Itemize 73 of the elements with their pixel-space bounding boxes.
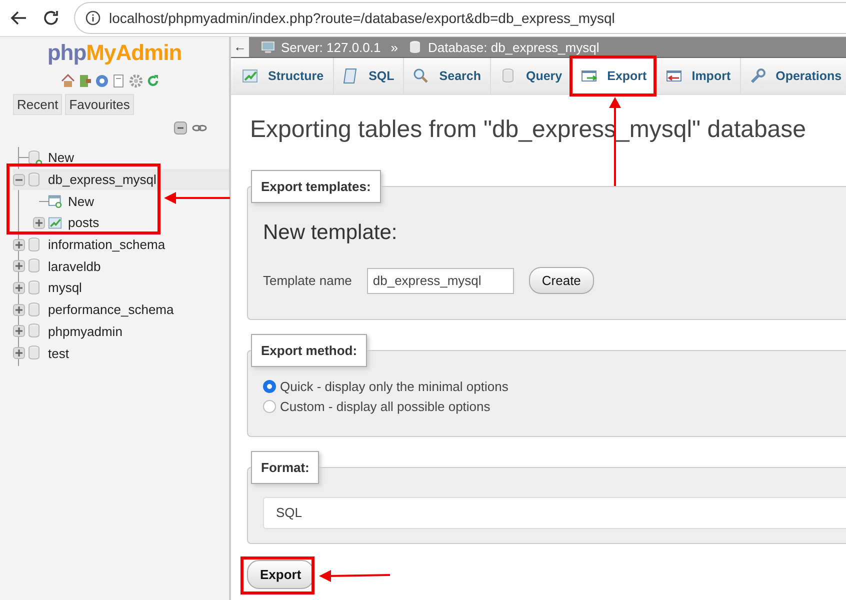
- format-dropdown[interactable]: SQL: [263, 497, 846, 529]
- expand-icon[interactable]: [13, 260, 25, 272]
- tab[interactable]: Query: [490, 58, 572, 94]
- tab[interactable]: Search: [404, 58, 491, 94]
- expand-icon[interactable]: [33, 216, 45, 229]
- database-link[interactable]: Database: db_express_mysql: [428, 40, 600, 54]
- template-name-field[interactable]: db_express_mysql: [366, 268, 514, 294]
- tab[interactable]: SQL: [334, 58, 404, 94]
- document-icon[interactable]: [112, 74, 126, 88]
- back-icon[interactable]: [10, 9, 28, 27]
- annotation-arrow: [164, 192, 230, 204]
- home-icon[interactable]: [61, 74, 75, 88]
- database-icon: [28, 280, 42, 296]
- logo[interactable]: phpMyAdmin: [0, 40, 229, 66]
- annotation-arrow: [319, 570, 390, 582]
- sidebar-tab[interactable]: Recent: [13, 94, 62, 115]
- server-link[interactable]: Server: 127.0.0.1: [281, 40, 381, 54]
- sidebar-tab[interactable]: Favourites: [65, 94, 134, 115]
- radio-label[interactable]: Quick - display only the minimal options: [280, 378, 508, 394]
- tree-item[interactable]: laraveldb: [48, 258, 101, 274]
- expand-icon[interactable]: [13, 304, 25, 316]
- settings-icon[interactable]: [129, 74, 143, 88]
- export-button[interactable]: Export: [247, 560, 314, 589]
- tree-item[interactable]: New: [68, 194, 94, 209]
- field-label: Template name: [263, 273, 352, 288]
- database-icon: [28, 302, 42, 318]
- address-bar[interactable]: localhost/phpmyadmin/index.php?route=/database/export&db=db_express_mysql: [74, 2, 846, 34]
- new-database-icon: [28, 150, 42, 166]
- expand-icon[interactable]: [13, 325, 25, 338]
- database-icon: [500, 68, 516, 84]
- expand-icon[interactable]: [13, 238, 25, 251]
- tree-item[interactable]: phpmyadmin: [48, 324, 122, 339]
- info-icon[interactable]: [85, 10, 101, 26]
- tab[interactable]: Operations: [740, 58, 846, 94]
- database-icon: [28, 236, 42, 253]
- search-icon: [413, 68, 430, 84]
- section-title: New template:: [263, 221, 398, 245]
- database-icon: [28, 258, 42, 274]
- collapse-icon[interactable]: [173, 121, 188, 135]
- radio-button[interactable]: [263, 400, 276, 412]
- collapse-icon[interactable]: [13, 174, 25, 186]
- tree-item[interactable]: posts: [68, 215, 100, 230]
- server-icon: [261, 40, 275, 54]
- reload-icon[interactable]: [42, 9, 60, 27]
- database-icon: [28, 323, 42, 340]
- database-icon: [408, 40, 422, 54]
- wrench-icon: [750, 68, 766, 84]
- section-legend: Format:: [251, 451, 320, 484]
- section-legend: Export method:: [251, 334, 368, 367]
- page-icon: [342, 68, 359, 84]
- table-icon: [48, 214, 62, 231]
- create-button[interactable]: Create: [528, 267, 594, 294]
- url-text: localhost/phpmyadmin/index.php?route=/database/export&db=db_express_mysql: [109, 10, 615, 26]
- tree-item[interactable]: test: [48, 346, 69, 361]
- expand-icon[interactable]: [13, 282, 25, 294]
- section-legend: Export templates:: [251, 170, 381, 203]
- database-icon: [28, 345, 42, 362]
- tree-item[interactable]: New: [48, 150, 74, 166]
- tab[interactable]: Import: [656, 58, 741, 94]
- tab[interactable]: Structure: [233, 58, 334, 94]
- chart-icon: [242, 68, 258, 84]
- help-icon[interactable]: [95, 74, 109, 88]
- exit-icon[interactable]: [78, 74, 92, 88]
- radio-button[interactable]: [263, 380, 276, 392]
- collapse-toggle[interactable]: ←: [231, 37, 249, 57]
- tree-item[interactable]: performance_schema: [48, 302, 174, 318]
- tree-item[interactable]: mysql: [48, 280, 82, 296]
- breadcrumb-separator: »: [390, 40, 398, 54]
- database-icon: [28, 172, 42, 188]
- expand-icon[interactable]: [13, 347, 25, 360]
- radio-label[interactable]: Custom - display all possible options: [280, 398, 490, 414]
- new-table-icon: [48, 193, 62, 210]
- tree-item[interactable]: information_schema: [48, 237, 166, 252]
